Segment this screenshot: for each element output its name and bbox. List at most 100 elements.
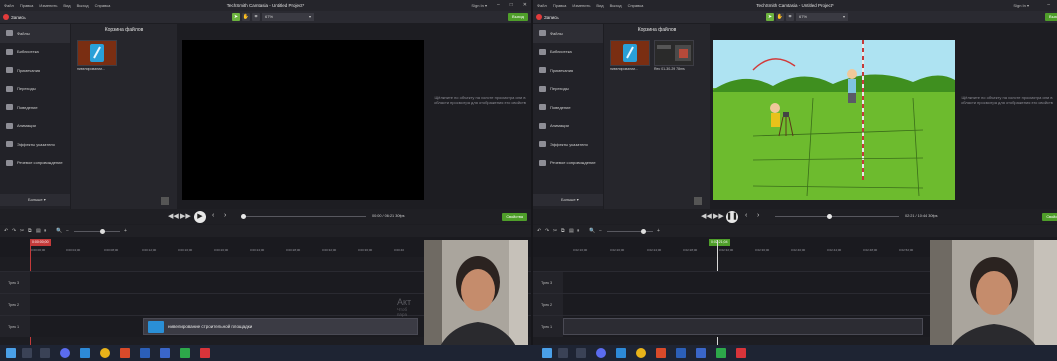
more-button[interactable]: Больше ▾	[0, 194, 70, 206]
paste-icon[interactable]: ▤	[36, 228, 41, 234]
scrub-handle[interactable]	[827, 214, 832, 219]
zoom-minus-icon[interactable]: −	[599, 228, 602, 234]
word-icon[interactable]	[140, 348, 150, 358]
app-icon[interactable]	[736, 348, 746, 358]
split-icon[interactable]: ⏸	[44, 228, 47, 234]
zoom-plus-icon[interactable]: +	[124, 228, 127, 234]
step-back-icon[interactable]: ◀◀	[701, 212, 712, 220]
word-icon[interactable]	[676, 348, 686, 358]
record-button[interactable]: Запись	[536, 14, 559, 20]
next-frame-icon[interactable]: ›	[224, 212, 226, 219]
scrub-handle[interactable]	[241, 214, 246, 219]
timeline-zoom-slider[interactable]	[74, 231, 120, 232]
zoom-out-icon[interactable]: 🔍	[56, 228, 62, 234]
share-button[interactable]: Выход	[1045, 13, 1057, 21]
playhead-time[interactable]: 0:00:00;00	[30, 239, 51, 246]
browser-icon[interactable]	[636, 348, 646, 358]
search-icon[interactable]	[558, 348, 568, 358]
windows-start-icon[interactable]	[542, 348, 552, 358]
minimize-button[interactable]: –	[1047, 2, 1050, 8]
recording-thumbnail[interactable]	[654, 40, 694, 66]
step-back-icon[interactable]: ◀◀	[168, 212, 179, 220]
nav-animations[interactable]: Анимации	[0, 117, 70, 136]
properties-button[interactable]: Свойства	[1042, 213, 1057, 221]
nav-behaviors[interactable]: Поведение	[0, 98, 70, 117]
cut-icon[interactable]: ✂	[20, 228, 24, 234]
nav-transitions[interactable]: Переходы	[533, 80, 603, 99]
nav-annotations[interactable]: Примечания	[0, 61, 70, 80]
maximize-button[interactable]: □	[510, 2, 513, 8]
zoom-select[interactable]: 67% ▾	[262, 13, 314, 21]
prev-frame-icon[interactable]: ‹	[745, 212, 747, 219]
camtasia-recorder-icon[interactable]	[180, 348, 190, 358]
paste-icon[interactable]: ▤	[569, 228, 574, 234]
undo-icon[interactable]: ↶	[4, 228, 8, 234]
nav-library[interactable]: Библиотека	[533, 43, 603, 62]
timeline-clip[interactable]	[563, 318, 923, 335]
media-thumbnail[interactable]	[77, 40, 117, 66]
scrub-track[interactable]	[775, 216, 899, 217]
preview-canvas[interactable]	[182, 40, 424, 200]
next-frame-icon[interactable]: ›	[757, 212, 759, 219]
play-button[interactable]: ▶	[194, 211, 206, 223]
timeline-clip[interactable]: нивелирование строительной площадки	[143, 318, 418, 335]
app-icon[interactable]	[596, 348, 606, 358]
zoom-handle[interactable]	[641, 229, 646, 234]
zoom-plus-icon[interactable]: +	[657, 228, 660, 234]
cut-icon[interactable]: ✂	[553, 228, 557, 234]
scrub-track[interactable]	[242, 216, 366, 217]
nav-voice-narration[interactable]: Речевое сопровождение	[533, 154, 603, 173]
file-explorer-icon[interactable]	[80, 348, 90, 358]
copy-icon[interactable]: ⧉	[561, 228, 565, 234]
pan-tool-icon[interactable]: ✋	[242, 13, 250, 21]
nav-voice-narration[interactable]: Речевое сопровождение	[0, 154, 70, 173]
zoom-minus-icon[interactable]: −	[66, 228, 69, 234]
nav-media[interactable]: Файлы	[0, 24, 70, 43]
redo-icon[interactable]: ↷	[545, 228, 549, 234]
browser-icon[interactable]	[100, 348, 110, 358]
crop-tool-icon[interactable]: ⌗	[252, 13, 260, 21]
copy-icon[interactable]: ⧉	[28, 228, 32, 234]
media-thumbnail[interactable]	[610, 40, 650, 66]
undo-icon[interactable]: ↶	[537, 228, 541, 234]
nav-transitions[interactable]: Переходы	[0, 80, 70, 99]
split-icon[interactable]: ⏸	[577, 228, 580, 234]
pointer-tool-icon[interactable]: ➤	[232, 13, 240, 21]
nav-media[interactable]: Файлы	[533, 24, 603, 43]
app-icon[interactable]	[200, 348, 210, 358]
share-button[interactable]: Выход	[508, 13, 528, 21]
office-icon[interactable]	[120, 348, 130, 358]
file-explorer-icon[interactable]	[616, 348, 626, 358]
zoom-handle[interactable]	[100, 229, 105, 234]
app-icon[interactable]	[60, 348, 70, 358]
search-icon[interactable]	[22, 348, 32, 358]
camtasia-recorder-icon[interactable]	[716, 348, 726, 358]
camtasia-icon[interactable]	[160, 348, 170, 358]
task-view-icon[interactable]	[576, 348, 586, 358]
step-forward-icon[interactable]: ▶▶	[713, 212, 724, 220]
more-button[interactable]: Больше ▾	[533, 194, 603, 206]
zoom-out-icon[interactable]: 🔍	[589, 228, 595, 234]
nav-cursor-effects[interactable]: Эффекты указателя	[0, 135, 70, 154]
office-icon[interactable]	[656, 348, 666, 358]
nav-animations[interactable]: Анимации	[533, 117, 603, 136]
sign-in-button[interactable]: Sign In ▾	[1013, 3, 1029, 8]
playhead-time[interactable]: 0:02:21;04	[709, 239, 730, 246]
minimize-button[interactable]: –	[497, 2, 500, 8]
properties-button[interactable]: Свойства	[502, 213, 527, 221]
redo-icon[interactable]: ↷	[12, 228, 16, 234]
zoom-select[interactable]: 67% ▾	[796, 13, 848, 21]
pan-tool-icon[interactable]: ✋	[776, 13, 784, 21]
close-button[interactable]: ✕	[523, 2, 527, 8]
camtasia-icon[interactable]	[696, 348, 706, 358]
step-forward-icon[interactable]: ▶▶	[180, 212, 191, 220]
pause-button[interactable]: ❚❚	[726, 211, 738, 223]
windows-start-icon[interactable]	[6, 348, 16, 358]
nav-library[interactable]: Библиотека	[0, 43, 70, 62]
grid-view-icon[interactable]	[694, 197, 702, 205]
task-view-icon[interactable]	[40, 348, 50, 358]
pointer-tool-icon[interactable]: ➤	[766, 13, 774, 21]
grid-view-icon[interactable]	[161, 197, 169, 205]
record-button[interactable]: Запись	[3, 14, 26, 20]
prev-frame-icon[interactable]: ‹	[212, 212, 214, 219]
